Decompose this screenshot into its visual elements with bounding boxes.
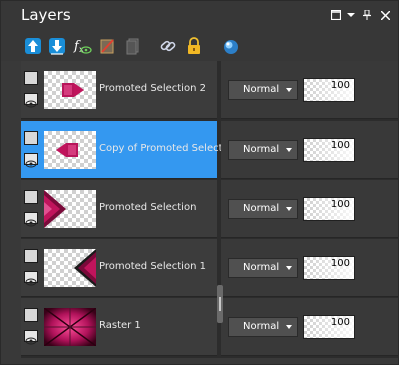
move-layer-up-icon[interactable] xyxy=(22,35,44,57)
visibility-eye-icon[interactable] xyxy=(24,330,38,345)
blend-mode-value: Normal xyxy=(243,321,280,332)
close-icon[interactable] xyxy=(379,8,391,22)
layer-row[interactable]: Promoted Selection Normal 100 xyxy=(21,180,398,238)
layer-name: Promoted Selection xyxy=(99,202,197,213)
layer-row[interactable]: Promoted Selection 1 Normal 100 xyxy=(21,239,398,297)
restore-icon[interactable] xyxy=(330,8,342,22)
layer-row-info[interactable]: Raster 1 xyxy=(21,298,217,356)
layer-row-info[interactable]: Promoted Selection 2 xyxy=(21,61,217,119)
layer-row-controls: Normal 100 xyxy=(221,121,398,179)
layer-row[interactable]: Copy of Promoted Selection 2 Normal 100 xyxy=(21,121,398,179)
opacity-value: 100 xyxy=(330,199,350,210)
panel-titlebar[interactable]: Layers xyxy=(1,1,398,31)
opacity-value: 100 xyxy=(330,258,350,269)
blend-mode-value: Normal xyxy=(243,203,280,214)
chevron-down-icon xyxy=(286,207,292,211)
panel-splitter-handle[interactable] xyxy=(217,285,223,323)
visibility-eye-icon[interactable] xyxy=(24,93,38,108)
layer-row-info[interactable]: Promoted Selection 1 xyxy=(21,239,217,297)
layer-thumbnail xyxy=(44,249,96,287)
layer-thumbnail xyxy=(44,71,96,109)
link-icon[interactable] xyxy=(157,35,179,57)
layer-thumbnail xyxy=(44,131,96,169)
layers-panel: Layers fx Promoted Selection 2 Normal 10… xyxy=(0,0,399,365)
opacity-value: 100 xyxy=(330,80,350,91)
layer-row-controls: Normal 100 xyxy=(221,180,398,238)
blend-mode-dropdown[interactable]: Normal xyxy=(228,80,298,100)
layer-row[interactable]: Promoted Selection 2 Normal 100 xyxy=(21,61,398,119)
chevron-down-icon xyxy=(286,88,292,92)
layer-row-info[interactable]: Copy of Promoted Selection 2 xyxy=(21,121,247,179)
layer-row-controls: Normal 100 xyxy=(221,298,398,356)
blend-mode-value: Normal xyxy=(243,262,280,273)
move-layer-down-icon[interactable] xyxy=(46,35,68,57)
lock-icon[interactable] xyxy=(183,35,205,57)
layer-thumbnail xyxy=(44,190,96,228)
layer-row-info[interactable]: Promoted Selection xyxy=(21,180,217,238)
layer-type-icon[interactable] xyxy=(24,71,38,85)
pin-icon[interactable] xyxy=(361,8,373,22)
blend-mode-dropdown[interactable]: Normal xyxy=(228,199,298,219)
layer-row-controls: Normal 100 xyxy=(221,61,398,119)
layer-name: Promoted Selection 2 xyxy=(99,83,206,94)
duplicate-layer-icon[interactable] xyxy=(122,35,144,57)
opacity-value: 100 xyxy=(330,140,350,151)
delete-layer-icon[interactable] xyxy=(97,35,119,57)
visibility-eye-icon[interactable] xyxy=(24,271,38,286)
layer-type-icon[interactable] xyxy=(24,249,38,263)
layer-name: Raster 1 xyxy=(99,320,141,331)
layers-list: Promoted Selection 2 Normal 100 Copy of Pro… xyxy=(21,61,398,358)
chevron-down-icon xyxy=(286,266,292,270)
panel-title: Layers xyxy=(21,6,71,24)
chevron-down-icon xyxy=(286,325,292,329)
chevron-down-icon xyxy=(286,148,292,152)
opacity-field[interactable]: 100 xyxy=(303,138,355,162)
layer-row[interactable]: Raster 1 Normal 100 xyxy=(21,298,398,356)
visibility-eye-icon[interactable] xyxy=(24,212,38,227)
layer-type-icon[interactable] xyxy=(24,308,38,322)
blend-mode-dropdown[interactable]: Normal xyxy=(228,258,298,278)
opacity-field[interactable]: 100 xyxy=(303,197,355,221)
layer-properties-icon[interactable]: fx xyxy=(71,35,93,57)
blend-mode-dropdown[interactable]: Normal xyxy=(228,140,298,160)
layer-type-icon[interactable] xyxy=(24,190,38,204)
opacity-value: 100 xyxy=(330,317,350,328)
layer-name: Promoted Selection 1 xyxy=(99,261,206,272)
blend-mode-value: Normal xyxy=(243,84,280,95)
layer-row-controls: Normal 100 xyxy=(221,239,398,297)
blend-mode-value: Normal xyxy=(243,144,280,155)
opacity-field[interactable]: 100 xyxy=(303,315,355,339)
layers-toolbar: fx xyxy=(1,31,398,61)
dropdown-icon[interactable] xyxy=(346,8,356,22)
opacity-field[interactable]: 100 xyxy=(303,78,355,102)
blend-mode-dropdown[interactable]: Normal xyxy=(228,317,298,337)
layer-style-icon[interactable] xyxy=(219,35,241,57)
visibility-eye-icon[interactable] xyxy=(24,153,38,168)
layer-thumbnail xyxy=(44,308,96,346)
layer-type-icon[interactable] xyxy=(24,131,38,145)
opacity-field[interactable]: 100 xyxy=(303,256,355,280)
